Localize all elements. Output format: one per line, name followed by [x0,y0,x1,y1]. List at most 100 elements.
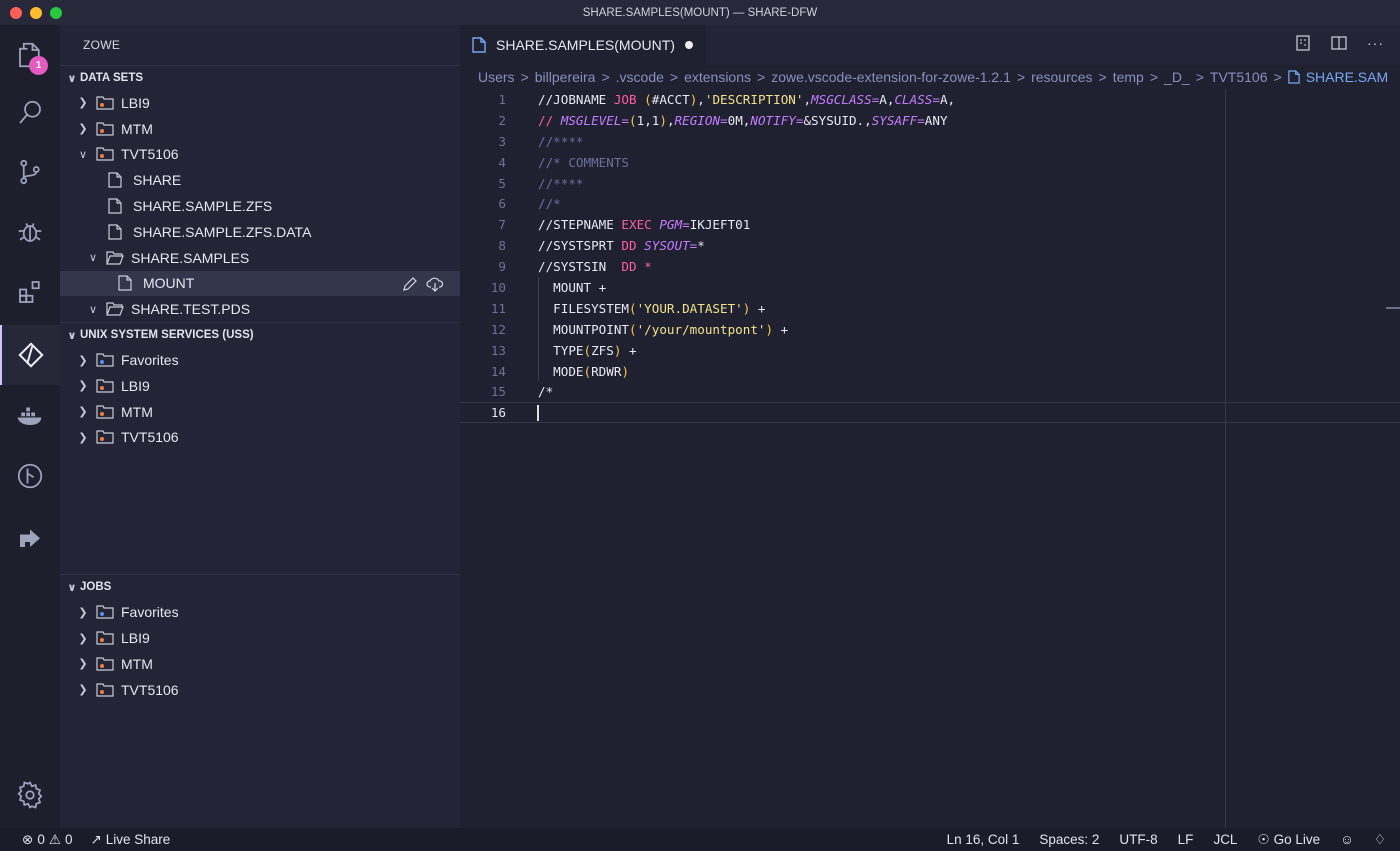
go-live-button[interactable]: ☉ Go Live [1257,832,1320,848]
zowe-icon[interactable] [0,325,60,385]
editor-tabs: SHARE.SAMPLES(MOUNT) ··· [460,25,1400,65]
search-icon[interactable] [0,83,60,143]
uss-item-favorites[interactable]: ❯ Favorites [60,347,460,373]
tree-item-mount[interactable]: MOUNT [60,270,460,297]
code-line[interactable]: //**** [538,176,584,191]
code-line[interactable]: //SYSTSIN DD * [538,259,652,274]
breadcrumb-item-current[interactable]: SHARE.SAM [1306,69,1388,85]
code-line[interactable]: MOUNTPOINT('/your/mountpont') + [538,322,788,337]
more-actions-icon[interactable]: ··· [1367,35,1384,51]
code-line[interactable]: //STEPNAME EXEC PGM=IKJEFT01 [538,217,750,232]
scrollbar-marker[interactable] [1386,307,1400,309]
datasets-section-header[interactable]: ∨ DATA SETS [60,65,460,90]
explorer-icon[interactable]: 1 [0,25,60,85]
profile-folder-icon [96,378,114,394]
tab-share-samples-mount[interactable]: SHARE.SAMPLES(MOUNT) [460,25,706,65]
extensions-icon[interactable] [0,262,60,322]
jobs-item-favorites[interactable]: ❯ Favorites [60,599,460,625]
chevron-down-icon: ∨ [88,303,98,316]
folder-open-icon [106,301,124,317]
tree-item-share-sample-zfs-data[interactable]: SHARE.SAMPLE.ZFS.DATA [60,219,460,245]
minimize-window-button[interactable] [30,7,42,19]
breadcrumb-item[interactable]: _D_ [1164,69,1190,85]
warning-icon: ⚠ [48,831,61,847]
unsaved-dot-icon[interactable] [684,41,693,49]
profile-folder-icon [96,630,114,646]
breadcrumb-item[interactable]: zowe.vscode-extension-for-zowe-1.2.1 [771,69,1011,85]
encoding[interactable]: UTF-8 [1119,832,1157,847]
code-line[interactable]: MODE(RDWR) [538,364,629,379]
profile-folder-icon [96,656,114,672]
uss-item-mtm[interactable]: ❯ MTM [60,399,460,425]
uss-item-tvt5106[interactable]: ❯ TVT5106 [60,425,460,451]
status-bar: ⊗ 0 ⚠ 0 ↗ Live Share Ln 16, Col 1 Spaces: 2… [0,828,1400,851]
uss-item-lbi9[interactable]: ❯ LBI9 [60,373,460,399]
code-line[interactable]: TYPE(ZFS) + [538,343,636,358]
tree-item-tvt5106[interactable]: ∨ TVT5106 [60,142,460,168]
code-line[interactable]: MOUNT + [538,280,606,295]
git-graph-icon[interactable] [0,446,60,506]
breadcrumb-item[interactable]: .vscode [616,69,664,85]
line-number: 7 [498,217,506,233]
breadcrumb-item[interactable]: resources [1031,69,1092,85]
edit-icon[interactable] [402,276,418,292]
uss-section-header[interactable]: ∨ UNIX SYSTEM SERVICES (USS) [60,322,460,348]
code-editor[interactable]: 1 //JOBNAME JOB (#ACCT),'DESCRIPTION',MSG… [460,89,1400,424]
breadcrumb-item[interactable]: temp [1113,69,1144,85]
breadcrumb-item[interactable]: TVT5106 [1210,69,1268,85]
tree-item-share-test-pds[interactable]: ∨ SHARE.TEST.PDS [60,296,460,322]
open-changes-icon[interactable] [1295,35,1311,51]
debug-icon[interactable] [0,201,60,261]
chevron-right-icon: ❯ [78,431,88,444]
code-line[interactable]: //**** [538,134,584,149]
line-number: 3 [498,133,506,149]
jobs-item-lbi9[interactable]: ❯ LBI9 [60,625,460,651]
breadcrumb-item[interactable]: Users [478,69,515,85]
code-line[interactable]: // MSGLEVEL=(1,1),REGION=0M,NOTIFY=&SYSU… [538,113,948,128]
close-window-button[interactable] [10,7,22,19]
live-share-icon[interactable] [0,507,60,567]
tree-item-lbi9[interactable]: ❯ LBI9 [60,90,460,116]
chevron-right-icon: ❯ [78,123,88,136]
jobs-item-mtm[interactable]: ❯ MTM [60,651,460,677]
chevron-right-icon: ❯ [78,354,88,367]
broadcast-icon: ☉ [1257,831,1270,847]
end-of-line[interactable]: LF [1178,832,1194,847]
tree-item-share-sample-zfs[interactable]: SHARE.SAMPLE.ZFS [60,193,460,219]
profile-folder-icon [96,404,114,420]
code-line[interactable]: //SYSTSPRT DD SYSOUT=* [538,238,705,253]
cloud-upload-icon[interactable] [426,276,444,292]
indentation[interactable]: Spaces: 2 [1039,832,1099,847]
code-line[interactable]: //JOBNAME JOB (#ACCT),'DESCRIPTION',MSGC… [538,92,955,107]
split-editor-icon[interactable] [1331,35,1347,51]
code-line[interactable]: /* [538,384,553,399]
tree-item-share[interactable]: SHARE [60,167,460,193]
breadcrumb: Users > billpereira > .vscode > extensions >… [478,69,1389,85]
problems-indicator[interactable]: ⊗ 0 ⚠ 0 [22,832,72,848]
breadcrumb-item[interactable]: extensions [684,69,751,85]
zoom-window-button[interactable] [50,7,62,19]
cursor-position[interactable]: Ln 16, Col 1 [947,832,1020,847]
indent-guide [538,277,539,381]
line-number: 14 [490,363,506,379]
line-number: 5 [498,175,506,191]
code-line[interactable]: //* [538,196,561,211]
notifications-bell-icon[interactable]: ♢ [1374,832,1386,848]
jobs-item-tvt5106[interactable]: ❯ TVT5106 [60,677,460,703]
code-line[interactable]: //* COMMENTS [538,155,629,170]
code-line[interactable]: FILESYSTEM('YOUR.DATASET') + [538,301,765,316]
profile-folder-icon [96,429,114,445]
docker-icon[interactable] [0,385,60,445]
tree-item-share-samples[interactable]: ∨ SHARE.SAMPLES [60,245,460,271]
tree-item-mtm[interactable]: ❯ MTM [60,116,460,142]
gear-icon[interactable] [0,765,60,825]
source-control-icon[interactable] [0,142,60,202]
jobs-section-header[interactable]: ∨ JOBS [60,574,460,600]
breadcrumb-item[interactable]: billpereira [535,69,596,85]
line-number: 11 [490,300,506,316]
feedback-icon[interactable]: ☺ [1340,832,1354,847]
live-share-status[interactable]: ↗ Live Share [90,832,170,848]
profile-folder-icon [96,121,114,137]
line-number: 1 [498,91,506,107]
language-mode[interactable]: JCL [1213,832,1237,847]
